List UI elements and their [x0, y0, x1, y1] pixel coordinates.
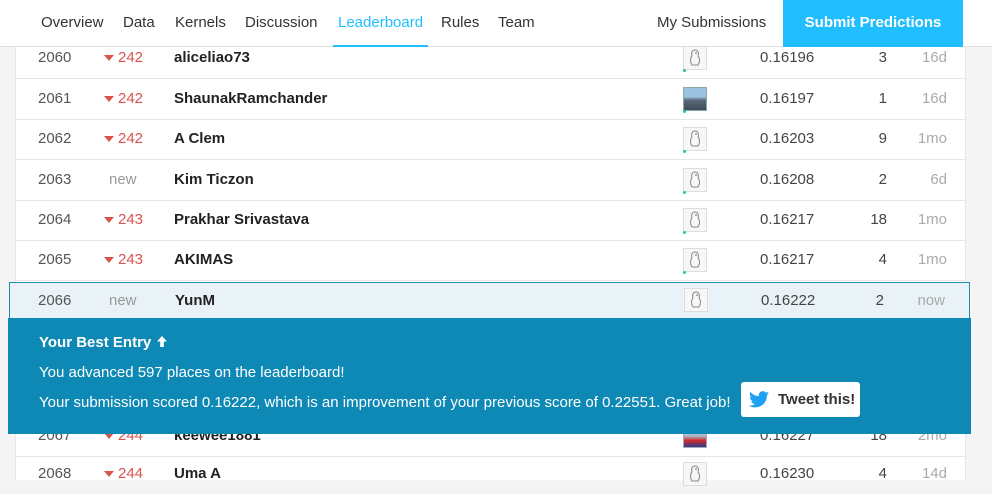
entries-count: 2	[875, 292, 884, 309]
status-dot	[683, 271, 686, 274]
avatar[interactable]	[683, 208, 707, 232]
team-name[interactable]: YunM	[175, 283, 215, 318]
score: 0.16196	[760, 49, 815, 66]
team-name[interactable]: aliceliao73	[174, 38, 250, 78]
entries-count: 18	[870, 211, 887, 228]
table-row-current-user[interactable]: 2066 new YunM 0.16222 2 now	[9, 282, 970, 319]
rank: 2061	[38, 90, 72, 107]
entries-count: 9	[878, 130, 887, 147]
team-name[interactable]: Prakhar Srivastava	[174, 200, 309, 240]
tweet-label: Tweet this!	[778, 391, 856, 408]
entries-count: 1	[878, 90, 887, 107]
advanced-message: You advanced 597 places on the leaderboa…	[39, 364, 345, 381]
last-submission: 1mo	[917, 211, 947, 228]
rank-change: 242	[104, 119, 154, 159]
avatar[interactable]	[683, 127, 707, 151]
avatar[interactable]	[684, 288, 708, 312]
table-row[interactable]: 2063 new Kim Ticzon 0.16208 2 6d	[16, 160, 965, 201]
avatar[interactable]	[683, 46, 707, 70]
rank-change: 242	[104, 38, 154, 78]
score: 0.16217	[760, 211, 815, 228]
rank-change: new	[109, 292, 137, 309]
rank-change: 244	[104, 454, 154, 494]
team-name[interactable]: A Clem	[174, 119, 225, 159]
score: 0.16222	[761, 292, 816, 309]
penguin-icon	[690, 465, 700, 482]
last-submission: 16d	[921, 90, 947, 107]
entries-count: 4	[878, 251, 887, 268]
best-entry-banner: Your Best Entry You advanced 597 places …	[8, 318, 971, 434]
table-row[interactable]: 2060 242 aliceliao73 0.16196 3 16d	[16, 38, 965, 79]
rank-change: new	[109, 171, 137, 188]
last-submission: 6d	[930, 171, 947, 188]
entries-count: 4	[878, 465, 887, 482]
table-row[interactable]: 2064 243 Prakhar Srivastava 0.16217 18 1…	[16, 200, 965, 241]
twitter-icon	[749, 391, 769, 413]
penguin-icon	[691, 291, 701, 308]
score: 0.16203	[760, 130, 815, 147]
avatar[interactable]	[683, 87, 707, 111]
status-dot	[683, 150, 686, 153]
table-row[interactable]: 2062 242 A Clem 0.16203 9 1mo	[16, 119, 965, 160]
score: 0.16230	[760, 465, 815, 482]
score: 0.16208	[760, 171, 815, 188]
last-submission: 1mo	[917, 251, 947, 268]
penguin-icon	[690, 171, 700, 188]
team-name[interactable]: Kim Ticzon	[174, 160, 254, 200]
rank: 2062	[38, 130, 72, 147]
rank-change: 243	[104, 200, 154, 240]
team-name[interactable]: Uma A	[174, 454, 221, 494]
avatar[interactable]	[683, 462, 707, 486]
team-name[interactable]: ShaunakRamchander	[174, 79, 327, 119]
penguin-icon	[690, 211, 700, 228]
avatar[interactable]	[683, 248, 707, 272]
rank: 2063	[38, 171, 72, 188]
penguin-icon	[690, 251, 700, 268]
status-dot	[683, 110, 686, 113]
table-row[interactable]: 2068 244 Uma A 0.16230 4 14d	[16, 454, 965, 494]
rank-change: 243	[104, 240, 154, 280]
score-message: Your submission scored 0.16222, which is…	[39, 394, 731, 411]
last-submission: 16d	[921, 49, 947, 66]
rank: 2068	[38, 465, 72, 482]
entries-count: 2	[878, 171, 887, 188]
avatar[interactable]	[683, 168, 707, 192]
arrow-up-icon	[156, 335, 168, 352]
score: 0.16197	[760, 90, 815, 107]
tweet-button[interactable]: Tweet this!	[741, 382, 860, 417]
rank: 2064	[38, 211, 72, 228]
rank: 2066	[38, 292, 72, 309]
last-submission: now	[917, 292, 945, 309]
table-row[interactable]: 2065 243 AKIMAS 0.16217 4 1mo	[16, 240, 965, 281]
last-submission: 1mo	[917, 130, 947, 147]
rank: 2065	[38, 251, 72, 268]
banner-title: Your Best Entry	[39, 334, 168, 352]
entries-count: 3	[878, 49, 887, 66]
status-dot	[683, 231, 686, 234]
score: 0.16217	[760, 251, 815, 268]
penguin-icon	[690, 49, 700, 66]
team-name[interactable]: AKIMAS	[174, 240, 233, 280]
last-submission: 14d	[921, 465, 947, 482]
penguin-icon	[690, 130, 700, 147]
table-row[interactable]: 2061 242 ShaunakRamchander 0.16197 1 16d	[16, 79, 965, 120]
status-dot	[683, 191, 686, 194]
banner-title-text: Your Best Entry	[39, 334, 152, 351]
status-dot	[683, 69, 686, 72]
rank: 2060	[38, 49, 72, 66]
rank-change: 242	[104, 79, 154, 119]
